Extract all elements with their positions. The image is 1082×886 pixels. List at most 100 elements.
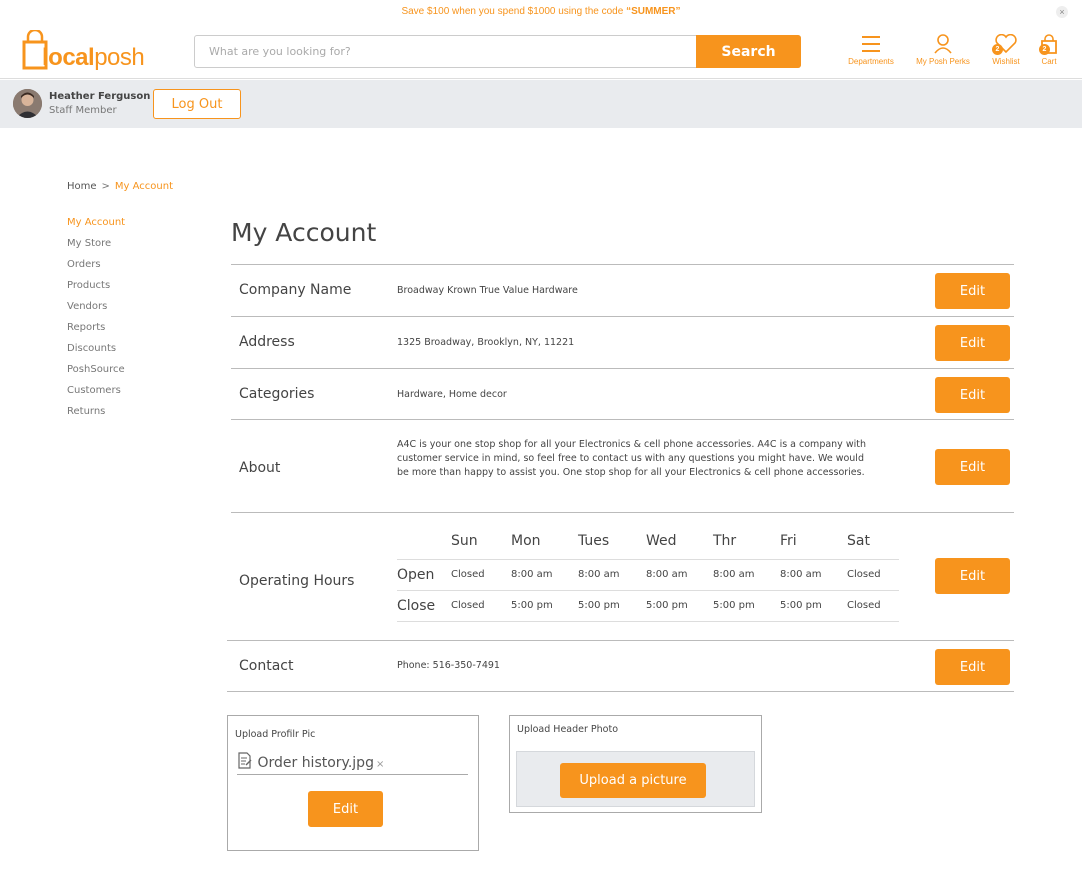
breadcrumb: Home > My Account: [67, 181, 173, 192]
hours-cell: Closed: [451, 590, 511, 622]
contact-value: Phone: 516-350-7491: [397, 660, 500, 671]
edit-company-name-button[interactable]: Edit: [935, 273, 1010, 309]
hours-cell: 8:00 am: [511, 559, 578, 591]
user-icon: [934, 34, 952, 54]
about-label: About: [239, 460, 281, 476]
user-role: Staff Member: [49, 105, 117, 116]
day-header: Sun: [451, 523, 511, 560]
day-header: Wed: [646, 523, 713, 560]
day-header: Fri: [780, 523, 847, 560]
categories-row: Categories Hardware, Home decor Edit: [231, 368, 1014, 419]
sidenav-item-vendors[interactable]: Vendors: [67, 301, 125, 322]
operating-hours-label: Operating Hours: [239, 573, 355, 589]
day-header: Thr: [713, 523, 780, 560]
address-row: Address 1325 Broadway, Brooklyn, NY, 112…: [231, 316, 1014, 368]
day-header: Sat: [847, 523, 899, 560]
categories-value: Hardware, Home decor: [397, 389, 507, 400]
uploaded-file-row: Order history.jpg ×: [237, 752, 468, 775]
menu-icon: [862, 36, 880, 52]
hours-cell: 8:00 am: [780, 559, 847, 591]
close-label: Close: [397, 590, 451, 622]
edit-contact-button[interactable]: Edit: [935, 649, 1010, 685]
edit-categories-button[interactable]: Edit: [935, 377, 1010, 413]
edit-about-button[interactable]: Edit: [935, 449, 1010, 485]
hours-cell: Closed: [847, 559, 899, 591]
avatar-image: [13, 89, 42, 118]
hours-cell: Closed: [847, 590, 899, 622]
avatar[interactable]: [13, 89, 42, 118]
posh-perks-button[interactable]: My Posh Perks: [912, 34, 974, 66]
logout-button[interactable]: Log Out: [153, 89, 241, 119]
day-header: Tues: [578, 523, 646, 560]
address-label: Address: [239, 334, 295, 350]
hours-cell: 8:00 am: [578, 559, 646, 591]
sidenav-item-products[interactable]: Products: [67, 280, 125, 301]
remove-file-icon[interactable]: ×: [376, 759, 384, 770]
operating-hours-row: Operating Hours Sun Mon Tues Wed Thr Fri…: [231, 512, 1014, 640]
address-value: 1325 Broadway, Brooklyn, NY, 11221: [397, 337, 575, 348]
sidenav-item-returns[interactable]: Returns: [67, 406, 125, 427]
sidenav-item-reports[interactable]: Reports: [67, 322, 125, 343]
hours-header-row: Sun Mon Tues Wed Thr Fri Sat: [397, 523, 899, 560]
sidenav-item-customers[interactable]: Customers: [67, 385, 125, 406]
company-name-value: Broadway Krown True Value Hardware: [397, 285, 578, 296]
edit-operating-hours-button[interactable]: Edit: [935, 558, 1010, 594]
posh-perks-label: My Posh Perks: [916, 57, 970, 66]
open-label: Open: [397, 559, 451, 591]
logo[interactable]: localposh: [22, 30, 147, 72]
document-icon: [238, 752, 252, 769]
categories-label: Categories: [239, 386, 315, 402]
departments-label: Departments: [848, 57, 894, 66]
hours-cell: 5:00 pm: [511, 590, 578, 622]
hours-cell: 5:00 pm: [578, 590, 646, 622]
cart-button[interactable]: Cart 2: [1035, 34, 1063, 66]
user-name: Heather Ferguson: [49, 91, 151, 102]
promo-bar: Save $100 when you spend $1000 using the…: [0, 0, 1082, 24]
close-icon[interactable]: ×: [1056, 6, 1068, 18]
logo-text-light: local: [42, 44, 95, 71]
cart-count-badge: 2: [1039, 44, 1050, 55]
about-row: About A4C is your one stop shop for all …: [231, 419, 1014, 512]
hours-cell: Closed: [451, 559, 511, 591]
upload-header-photo-card: Upload Header Photo Upload a picture: [509, 715, 762, 813]
promo-text: Save $100 when you spend $1000 using the…: [401, 6, 627, 17]
logo-text: localposh: [42, 44, 145, 72]
hours-open-row: Open Closed 8:00 am 8:00 am 8:00 am 8:00…: [397, 559, 899, 591]
contact-row: Contact Phone: 516-350-7491 Edit: [227, 640, 1014, 692]
sidenav-item-orders[interactable]: Orders: [67, 259, 125, 280]
header-photo-drop-zone[interactable]: Upload a picture: [516, 751, 755, 807]
contact-label: Contact: [239, 658, 294, 674]
breadcrumb-current: My Account: [114, 181, 174, 192]
breadcrumb-home[interactable]: Home: [67, 181, 97, 192]
sidenav-item-my-account[interactable]: My Account: [67, 217, 125, 238]
sidenav-item-poshsource[interactable]: PoshSource: [67, 364, 125, 385]
edit-address-button[interactable]: Edit: [935, 325, 1010, 361]
about-value: A4C is your one stop shop for all your E…: [397, 439, 866, 478]
logo-text-bold: posh: [94, 44, 145, 71]
search-button[interactable]: Search: [696, 35, 801, 68]
site-header: localposh Search Departments My Posh Per…: [0, 24, 1082, 79]
hours-cell: 8:00 am: [646, 559, 713, 591]
hours-cell: 5:00 pm: [780, 590, 847, 622]
upload-profile-pic-title: Upload Profilr Pic: [235, 729, 316, 740]
uploaded-file-name: Order history.jpg: [257, 755, 374, 771]
sidenav-item-discounts[interactable]: Discounts: [67, 343, 125, 364]
upload-profile-pic-card: Upload Profilr Pic Order history.jpg × Ed…: [227, 715, 479, 851]
user-bar: Heather Ferguson Staff Member Log Out: [0, 80, 1082, 128]
hours-cell: 5:00 pm: [713, 590, 780, 622]
sidenav-item-my-store[interactable]: My Store: [67, 238, 125, 259]
edit-profile-pic-button[interactable]: Edit: [308, 791, 383, 827]
wishlist-count-badge: 2: [992, 44, 1003, 55]
page-title: My Account: [231, 218, 377, 247]
breadcrumb-separator: >: [101, 181, 110, 192]
operating-hours-table: Sun Mon Tues Wed Thr Fri Sat Open Closed…: [397, 523, 899, 622]
departments-button[interactable]: Departments: [843, 34, 899, 66]
wishlist-button[interactable]: Wishlist 2: [986, 34, 1026, 66]
search-input[interactable]: [195, 36, 697, 67]
upload-picture-button[interactable]: Upload a picture: [560, 763, 706, 798]
hours-cell: 5:00 pm: [646, 590, 713, 622]
company-name-label: Company Name: [239, 282, 352, 298]
upload-header-photo-title: Upload Header Photo: [517, 724, 619, 735]
search-box: Search: [194, 35, 801, 68]
day-header: Mon: [511, 523, 578, 560]
